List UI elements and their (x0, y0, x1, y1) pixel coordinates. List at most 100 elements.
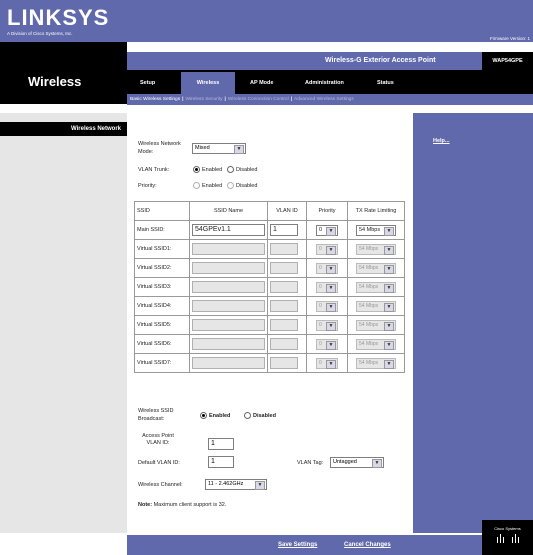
vlan-trunk-enabled-label: Enabled (202, 167, 223, 173)
vlan-id-input[interactable] (270, 243, 298, 255)
ssid-row-label: Virtual SSID3: (134, 277, 190, 297)
ssid-row-label: Virtual SSID6: (134, 334, 190, 354)
tab-setup[interactable]: Setup (140, 80, 155, 86)
ssid-name-input[interactable]: 54GPEv1.1 (192, 224, 265, 236)
ssid-name-input[interactable] (192, 357, 265, 369)
vlan-trunk-enabled-radio[interactable] (193, 166, 200, 175)
tx-rate-select[interactable]: 54 Mbps ▼ (356, 319, 396, 331)
tab-status[interactable]: Status (377, 80, 394, 86)
vlan-trunk-disabled-radio[interactable] (227, 166, 234, 175)
tx-rate-select[interactable]: 54 Mbps ▼ (356, 243, 396, 255)
tab-ap-mode[interactable]: AP Mode (250, 80, 273, 86)
vlan-tag-select[interactable]: Untagged ▼ (330, 457, 384, 468)
dropdown-arrow-icon: ▼ (384, 245, 394, 255)
table-cell (267, 239, 307, 259)
table-cell: 0 ▼ (306, 334, 348, 354)
channel-select[interactable]: 11 - 2.462GHz ▼ (205, 479, 267, 490)
cancel-changes-button[interactable]: Cancel Changes (344, 542, 391, 548)
priority-select[interactable]: 0 ▼ (316, 224, 338, 236)
table-cell: 0 ▼ (306, 277, 348, 297)
ssid-name-input[interactable] (192, 262, 265, 274)
priority-enabled-radio[interactable] (193, 182, 200, 191)
table-cell (267, 258, 307, 278)
subnav-connection-control[interactable]: Wireless Connection Control (228, 97, 289, 102)
priority-select[interactable]: 0 ▼ (316, 243, 338, 255)
vlan-trunk-label: VLAN Trunk: (138, 167, 170, 173)
ssid-name-input[interactable] (192, 300, 265, 312)
default-vlan-input[interactable]: 1 (208, 456, 234, 468)
linksys-logo: LINKSYS (7, 5, 110, 30)
table-cell: 0 ▼ (306, 258, 348, 278)
ssid-name-input[interactable] (192, 338, 265, 350)
ssid-table: SSID SSID Name VLAN ID Priority TX Rate … (134, 201, 405, 373)
dropdown-arrow-icon: ▼ (326, 321, 336, 331)
vlan-id-input[interactable] (270, 319, 298, 331)
subnav-basic-wireless[interactable]: Basic Wireless Settings (130, 97, 180, 102)
tx-rate-select[interactable]: 54 Mbps ▼ (356, 281, 396, 293)
priority-select[interactable]: 0 ▼ (316, 319, 338, 331)
tx-rate-select[interactable]: 54 Mbps ▼ (356, 300, 396, 312)
cisco-logo: Cisco Systems (482, 520, 533, 555)
subnav-advanced-wireless[interactable]: Advanced Wireless Settings (294, 97, 354, 102)
left-column (0, 113, 127, 533)
save-settings-button[interactable]: Save Settings (278, 542, 317, 548)
tx-rate-select[interactable]: 54 Mbps ▼ (356, 224, 396, 236)
table-cell: 54 Mbps ▼ (347, 220, 405, 240)
help-link[interactable]: Help... (433, 138, 450, 144)
table-header: Priority (306, 201, 348, 221)
vlan-id-input[interactable] (270, 281, 298, 293)
table-header: VLAN ID (267, 201, 307, 221)
dropdown-arrow-icon: ▼ (384, 302, 394, 312)
ssid-name-input[interactable] (192, 281, 265, 293)
ssid-row-label: Virtual SSID1: (134, 239, 190, 259)
tx-rate-select[interactable]: 54 Mbps ▼ (356, 338, 396, 350)
dropdown-arrow-icon: ▼ (326, 245, 336, 255)
table-cell: 54 Mbps ▼ (347, 239, 405, 259)
subnav-wireless-security[interactable]: Wireless Security (185, 97, 222, 102)
tx-rate-select[interactable]: 54 Mbps ▼ (356, 357, 396, 369)
ssid-row-label: Virtual SSID2: (134, 258, 190, 278)
vlan-id-input[interactable] (270, 300, 298, 312)
ssid-name-input[interactable] (192, 243, 265, 255)
priority-select[interactable]: 0 ▼ (316, 338, 338, 350)
ssid-name-input[interactable] (192, 319, 265, 331)
vlan-id-input[interactable] (270, 262, 298, 274)
network-mode-select[interactable]: Mixed ▼ (192, 143, 246, 154)
dropdown-arrow-icon: ▼ (326, 359, 336, 369)
table-cell: 54 Mbps ▼ (347, 334, 405, 354)
channel-label: Wireless Channel: (138, 482, 183, 488)
ssid-broadcast-disabled-label: Disabled (253, 413, 276, 419)
table-cell: 1 (267, 220, 307, 240)
section-title: Wireless (28, 74, 82, 89)
tab-administration[interactable]: Administration (305, 80, 344, 86)
priority-disabled-radio[interactable] (227, 182, 234, 191)
cisco-bridge-icon (496, 534, 519, 543)
table-row: Virtual SSID7: 0 ▼ 54 Mbps ▼ (134, 353, 405, 373)
table-header: TX Rate Limiting (347, 201, 405, 221)
vlan-id-input[interactable] (270, 338, 298, 350)
priority-select[interactable]: 0 ▼ (316, 300, 338, 312)
dropdown-arrow-icon: ▼ (255, 481, 265, 490)
table-cell: 54GPEv1.1 (189, 220, 268, 240)
vlan-id-input[interactable]: 1 (270, 224, 298, 236)
table-cell (267, 353, 307, 373)
table-cell: 54 Mbps ▼ (347, 296, 405, 316)
ap-vlan-input[interactable]: 1 (208, 438, 234, 450)
vlan-id-input[interactable] (270, 357, 298, 369)
priority-select[interactable]: 0 ▼ (316, 357, 338, 369)
table-cell: 0 ▼ (306, 239, 348, 259)
tab-wireless[interactable]: Wireless (181, 72, 235, 95)
table-row: Main SSID: 54GPEv1.1 1 0 ▼ 54 Mbps ▼ (134, 220, 405, 240)
vlan-trunk-disabled-label: Disabled (236, 167, 258, 173)
vlan-tag-label: VLAN Tag: (297, 460, 324, 466)
table-cell: 0 ▼ (306, 353, 348, 373)
table-row: Virtual SSID3: 0 ▼ 54 Mbps ▼ (134, 277, 405, 297)
tx-rate-select[interactable]: 54 Mbps ▼ (356, 262, 396, 274)
table-row: Virtual SSID6: 0 ▼ 54 Mbps ▼ (134, 334, 405, 354)
table-cell (267, 277, 307, 297)
ssid-broadcast-disabled-radio[interactable] (244, 412, 251, 421)
ssid-row-label: Main SSID: (134, 220, 190, 240)
priority-select[interactable]: 0 ▼ (316, 262, 338, 274)
priority-select[interactable]: 0 ▼ (316, 281, 338, 293)
ssid-broadcast-enabled-radio[interactable] (200, 412, 207, 421)
